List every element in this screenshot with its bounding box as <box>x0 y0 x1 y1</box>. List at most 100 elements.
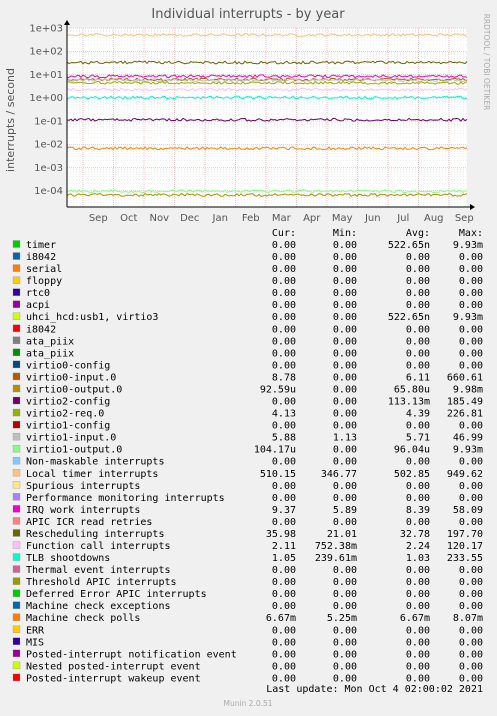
legend-series-name: Machine check polls <box>26 613 140 624</box>
legend-max-value: 8.07m <box>453 613 483 624</box>
legend-cur-value: 0.00 <box>272 252 296 263</box>
legend-min-value: 0.00 <box>333 276 357 287</box>
legend-cur-value: 1.05 <box>272 553 296 564</box>
legend-max-value: 197.70 <box>447 529 483 540</box>
legend-avg-value: 0.00 <box>406 601 430 612</box>
legend-min-value: 5.89 <box>333 505 357 516</box>
legend-min-value: 0.00 <box>333 457 357 468</box>
legend-swatch <box>12 601 21 609</box>
legend-swatch <box>12 469 21 477</box>
legend-avg-value: 6.67m <box>400 613 430 624</box>
legend-cur-value: 0.00 <box>272 300 296 311</box>
x-tick-label: Oct <box>120 213 137 224</box>
legend-max-value: 0.00 <box>459 673 483 684</box>
legend-avg-value: 0.00 <box>406 348 430 359</box>
legend-avg-value: 96.04u <box>394 445 430 456</box>
legend-min-value: 0.00 <box>333 421 357 432</box>
y-tick-label: 1e+02 <box>29 47 63 58</box>
legend-cur-value: 9.37 <box>272 505 296 516</box>
legend-series-name: TLB shootdowns <box>26 553 110 564</box>
legend-swatch <box>12 384 21 393</box>
legend-cur-value: 0.00 <box>272 348 296 359</box>
x-tick-label: Mar <box>272 213 292 224</box>
legend-swatch <box>12 577 21 585</box>
legend-min-value: 0.00 <box>333 601 357 612</box>
chart-title: Individual interrupts - by year <box>151 7 345 22</box>
legend-series-name: virtio1-config <box>26 421 110 432</box>
legend-series-name: Nested posted-interrupt event <box>26 661 201 672</box>
y-axis-label: interrupts / second <box>4 68 17 172</box>
legend-max-value: 233.55 <box>447 553 483 564</box>
legend-max-value: 0.00 <box>459 481 483 492</box>
legend-avg-value: 0.00 <box>406 661 430 672</box>
legend-avg-value: 65.80u <box>394 384 430 395</box>
legend-max-value: 0.00 <box>459 517 483 528</box>
legend-swatch <box>12 625 21 633</box>
legend-swatch <box>12 673 21 682</box>
legend-swatch <box>12 324 21 332</box>
legend-cur-value: 0.00 <box>272 264 296 275</box>
legend-avg-value: 1.03 <box>406 553 430 564</box>
legend-series-name: ata_piix <box>26 348 74 359</box>
legend-avg-value: 0.00 <box>406 252 430 263</box>
legend-cur-value: 0.00 <box>272 457 296 468</box>
legend-max-value: 0.00 <box>459 421 483 432</box>
legend-swatch <box>12 661 21 670</box>
legend-swatch <box>12 432 21 441</box>
legend-avg-value: 32.78 <box>400 529 430 540</box>
legend-min-value: 0.00 <box>333 481 357 492</box>
legend-cur-value: 0.00 <box>272 360 296 371</box>
legend-swatch <box>12 589 21 597</box>
legend-max-value: 226.81 <box>447 409 483 420</box>
legend-min-value: 0.00 <box>333 445 357 456</box>
legend-avg-value: 5.71 <box>406 433 430 444</box>
legend-cur-value: 0.00 <box>272 421 296 432</box>
legend-avg-value: 8.39 <box>406 505 430 516</box>
legend-series-name: virtio1-input.0 <box>26 433 116 444</box>
legend-min-value: 0.00 <box>333 673 357 684</box>
legend-series-name: rtc0 <box>26 288 50 299</box>
legend-swatch <box>12 276 21 284</box>
legend-max-value: 9.93m <box>453 312 483 323</box>
legend-max-value: 0.00 <box>459 324 483 335</box>
legend-swatch <box>12 565 21 573</box>
legend-avg-value: 0.00 <box>406 517 430 528</box>
legend-series-name: floppy <box>26 276 62 287</box>
legend-cur-value: 0.00 <box>272 493 296 504</box>
legend-min-value: 752.38m <box>315 541 357 552</box>
legend-max-value: 0.00 <box>459 565 483 576</box>
legend-avg-value: 0.00 <box>406 637 430 648</box>
legend-min-value: 0.00 <box>333 264 357 275</box>
legend-swatch <box>12 649 21 658</box>
legend-avg-value: 6.11 <box>406 372 430 383</box>
legend-series-name: virtio0-output.0 <box>26 384 122 395</box>
legend-cur-value: 92.59u <box>260 384 296 395</box>
legend-cur-value: 104.17u <box>254 445 296 456</box>
legend-cur-value: 0.00 <box>272 312 296 323</box>
legend-avg-value: 2.24 <box>406 541 430 552</box>
legend-cur-value: 2.11 <box>272 541 296 552</box>
legend-series-name: IRQ work interrupts <box>26 505 140 516</box>
legend-min-value: 0.00 <box>333 589 357 600</box>
legend-max-value: 0.00 <box>459 457 483 468</box>
legend-swatch <box>12 493 21 501</box>
legend-min-value: 0.00 <box>333 312 357 323</box>
legend-series-name: Local timer interrupts <box>26 469 158 480</box>
legend-max-value: 0.00 <box>459 276 483 287</box>
legend-max-value: 0.00 <box>459 637 483 648</box>
legend-avg-value: 0.00 <box>406 565 430 576</box>
legend-column-header: Min: <box>333 228 357 239</box>
legend-avg-value: 0.00 <box>406 324 430 335</box>
legend-series-name: virtio0-config <box>26 360 110 371</box>
legend-cur-value: 0.00 <box>272 276 296 287</box>
legend-swatch <box>12 553 21 561</box>
legend-avg-value: 522.65n <box>388 240 430 251</box>
legend-avg-value: 0.00 <box>406 493 430 504</box>
x-axis-arrow <box>470 204 475 210</box>
legend-max-value: 0.00 <box>459 288 483 299</box>
legend-min-value: 0.00 <box>333 372 357 383</box>
legend-series-name: Non-maskable interrupts <box>26 457 164 468</box>
legend-min-value: 0.00 <box>333 324 357 335</box>
legend-swatch <box>12 300 21 308</box>
legend-max-value: 46.99 <box>453 433 483 444</box>
